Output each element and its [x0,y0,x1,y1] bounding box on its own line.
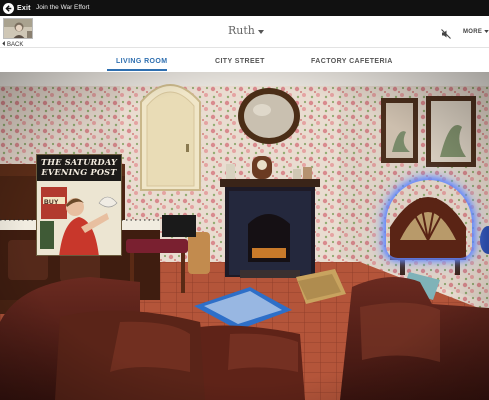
more-menu-button[interactable]: MORE [463,29,489,35]
back-arrow-icon [3,2,14,14]
active-tab-indicator [107,69,167,71]
speaker-muted-icon [441,29,451,39]
back-button[interactable]: BACK [2,41,23,48]
caret-down-icon [257,24,264,37]
experience-title: Join the War Effort [36,4,90,11]
exit-label: Exit [17,4,31,12]
poster-text: BUY [44,199,59,206]
tab-city-street[interactable]: CITY STREET [215,58,265,65]
top-bar: Exit Join the War Effort [0,0,489,16]
back-label: BACK [7,41,24,48]
tab-living-room[interactable]: LIVING ROOM [116,58,167,65]
caret-down-icon [484,29,489,35]
location-tabs: LIVING ROOM CITY STREET FACTORY CAFETERI… [0,49,489,72]
more-label: MORE [463,29,483,35]
saturday-evening-post-magazine[interactable]: THE SATURDAY EVENING POST BUY [36,154,122,256]
chevron-left-icon [2,41,6,48]
tab-factory-cafeteria[interactable]: FACTORY CAFETERIA [311,58,393,65]
mute-button[interactable] [441,26,451,39]
magazine-title: THE SATURDAY EVENING POST [37,155,121,181]
character-name: Ruth [228,24,255,37]
avatar[interactable] [3,18,33,39]
character-select[interactable]: Ruth [228,24,264,37]
vintage-radio-hotspot[interactable] [386,180,472,258]
exit-button[interactable]: Exit [3,2,31,14]
header: BACK Ruth MORE [0,16,489,48]
